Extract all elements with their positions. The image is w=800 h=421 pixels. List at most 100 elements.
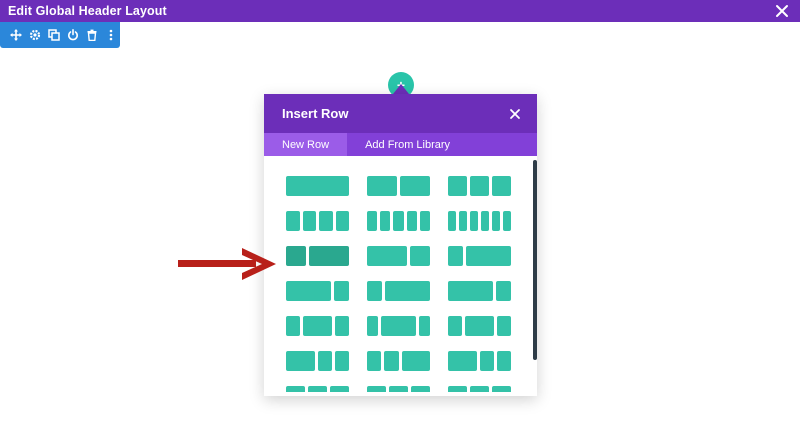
layout-column-block — [411, 386, 430, 392]
layout-column-block — [448, 246, 463, 266]
row-layout-option[interactable] — [448, 281, 511, 301]
arrow-right-icon — [178, 246, 278, 287]
layout-column-block — [286, 386, 305, 392]
layout-column-block — [389, 386, 408, 392]
layout-column-block — [466, 246, 511, 266]
layout-column-block — [448, 386, 467, 392]
layout-column-block — [367, 246, 407, 266]
layout-column-block — [448, 316, 463, 336]
insert-row-modal: Insert Row New Row Add From Library — [264, 94, 537, 396]
row-layout-option[interactable] — [367, 351, 430, 371]
row-layout-option[interactable] — [286, 176, 349, 196]
layout-column-block — [406, 211, 417, 231]
layout-column-block — [385, 281, 430, 301]
layout-column-block — [286, 211, 300, 231]
close-icon[interactable] — [774, 3, 790, 19]
layout-column-block — [448, 351, 477, 371]
tab-new-row[interactable]: New Row — [264, 133, 348, 156]
layout-column-block — [335, 211, 349, 231]
layout-column-block — [496, 316, 511, 336]
layout-column-block — [459, 211, 467, 231]
duplicate-icon[interactable] — [44, 22, 63, 48]
layout-column-block — [448, 281, 493, 301]
layout-column-block — [303, 316, 332, 336]
layout-column-block — [465, 316, 494, 336]
row-layout-grid — [264, 156, 537, 396]
layout-column-block — [470, 176, 489, 196]
page-title: Edit Global Header Layout — [8, 4, 167, 18]
layout-column-block — [400, 176, 430, 196]
row-layout-option[interactable] — [286, 351, 349, 371]
modal-tabs: New Row Add From Library — [264, 133, 537, 156]
power-icon[interactable] — [63, 22, 82, 48]
layout-column-block — [367, 351, 382, 371]
layout-column-block — [419, 211, 430, 231]
layout-column-block — [496, 281, 511, 301]
layout-column-block — [302, 211, 316, 231]
layout-column-block — [367, 386, 386, 392]
move-icon[interactable] — [6, 22, 25, 48]
layout-column-block — [503, 211, 511, 231]
row-layout-option[interactable] — [286, 316, 349, 336]
row-layout-option[interactable] — [367, 246, 430, 266]
layout-column-block — [334, 316, 349, 336]
layout-column-block — [330, 386, 349, 392]
row-layout-option[interactable] — [448, 246, 511, 266]
layout-column-block — [401, 351, 430, 371]
layout-column-block — [367, 316, 379, 336]
layout-column-block — [334, 351, 349, 371]
row-layout-option[interactable] — [448, 211, 511, 231]
row-layout-option[interactable] — [448, 316, 511, 336]
layout-column-block — [319, 211, 333, 231]
layout-column-block — [286, 351, 315, 371]
layout-column-block — [479, 351, 494, 371]
layout-column-block — [470, 386, 489, 392]
layout-column-block — [448, 211, 456, 231]
layout-column-block — [481, 211, 489, 231]
layout-column-block — [367, 211, 378, 231]
layout-column-block — [492, 211, 500, 231]
row-layout-option[interactable] — [286, 281, 349, 301]
modal-pointer — [393, 84, 409, 94]
layout-column-block — [286, 176, 349, 196]
modal-header: Insert Row — [264, 94, 537, 133]
layout-column-block — [418, 316, 430, 336]
layout-column-block — [367, 176, 397, 196]
layout-column-block — [308, 386, 327, 392]
row-layout-option[interactable] — [448, 176, 511, 196]
layout-column-block — [317, 351, 332, 371]
tab-add-from-library[interactable]: Add From Library — [347, 133, 468, 156]
layout-column-block — [393, 211, 404, 231]
layout-column-block — [492, 176, 511, 196]
layout-column-block — [384, 351, 399, 371]
row-layout-option[interactable] — [367, 176, 430, 196]
modal-title: Insert Row — [282, 106, 349, 121]
layout-column-block — [334, 281, 349, 301]
row-layout-option[interactable] — [367, 386, 430, 392]
section-toolbar — [0, 22, 120, 48]
layout-column-block — [496, 351, 511, 371]
row-layout-option[interactable] — [286, 211, 349, 231]
row-layout-option[interactable] — [367, 281, 430, 301]
layout-column-block — [380, 211, 391, 231]
close-icon[interactable] — [507, 106, 523, 122]
gear-icon[interactable] — [25, 22, 44, 48]
layout-column-block — [492, 386, 511, 392]
row-layout-option[interactable] — [448, 351, 511, 371]
row-layout-option[interactable] — [367, 211, 430, 231]
row-layout-option[interactable] — [286, 386, 349, 392]
row-layout-option[interactable] — [286, 246, 349, 266]
layout-column-block — [410, 246, 430, 266]
layout-column-block — [381, 316, 416, 336]
row-layout-option[interactable] — [448, 386, 511, 392]
layout-column-block — [470, 211, 478, 231]
layout-column-block — [286, 316, 301, 336]
trash-icon[interactable] — [82, 22, 101, 48]
modal-scrollbar[interactable] — [533, 160, 537, 360]
layout-column-block — [448, 176, 467, 196]
row-layout-option[interactable] — [367, 316, 430, 336]
layout-column-block — [286, 281, 331, 301]
more-vertical-icon[interactable] — [101, 22, 120, 48]
layout-column-block — [367, 281, 382, 301]
layout-column-block — [309, 246, 349, 266]
